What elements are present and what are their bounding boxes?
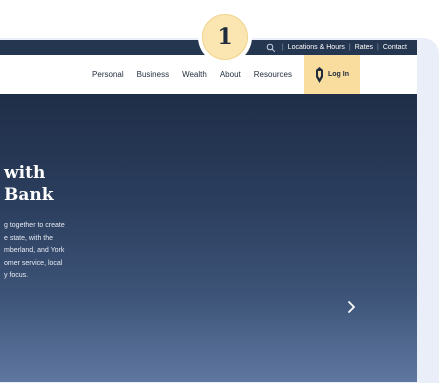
rates-link[interactable]: Rates — [355, 44, 373, 51]
step-badge: 1 — [198, 10, 252, 64]
nav-item-resources[interactable]: Resources — [254, 70, 292, 79]
main-nav: Personal Business Wealth About Resources… — [0, 55, 417, 95]
hero-text-line: e state, with the — [4, 234, 54, 242]
hero-description: g together to create e state, with the m… — [4, 220, 114, 283]
divider: | — [377, 44, 379, 51]
nav-item-about[interactable]: About — [220, 70, 241, 79]
nav-items: Personal Business Wealth About Resources — [92, 55, 292, 94]
bank-logo-icon — [316, 66, 323, 83]
nav-item-personal[interactable]: Personal — [92, 70, 124, 79]
locations-hours-link[interactable]: Locations & Hours — [288, 44, 345, 51]
divider: | — [348, 44, 351, 51]
chevron-right-icon[interactable] — [344, 299, 358, 315]
login-label: Log In — [328, 71, 349, 78]
hero-text-line: y focus. — [4, 272, 29, 279]
hero-title-line: with — [4, 163, 46, 183]
login-button[interactable]: Log In — [304, 55, 360, 94]
hero-text-line: mberland, and York — [4, 247, 65, 254]
website-frame: | Locations & Hours | Rates | Contact Pe… — [0, 40, 417, 382]
nav-item-business[interactable]: Business — [137, 70, 169, 79]
search-icon[interactable] — [266, 43, 276, 53]
utility-links: | Locations & Hours | Rates | Contact — [266, 40, 407, 55]
hero-text-line: g together to create — [4, 222, 65, 229]
contact-link[interactable]: Contact — [383, 44, 407, 51]
hero-title-line: Bank — [4, 185, 54, 205]
hero-text-line: omer service, local — [4, 259, 63, 267]
divider: | — [281, 44, 284, 51]
hero-banner: with Bank g together to create e state, … — [0, 94, 417, 382]
hero-title: with Bank — [4, 162, 54, 206]
nav-item-wealth[interactable]: Wealth — [182, 70, 207, 79]
step-number: 1 — [202, 14, 248, 60]
